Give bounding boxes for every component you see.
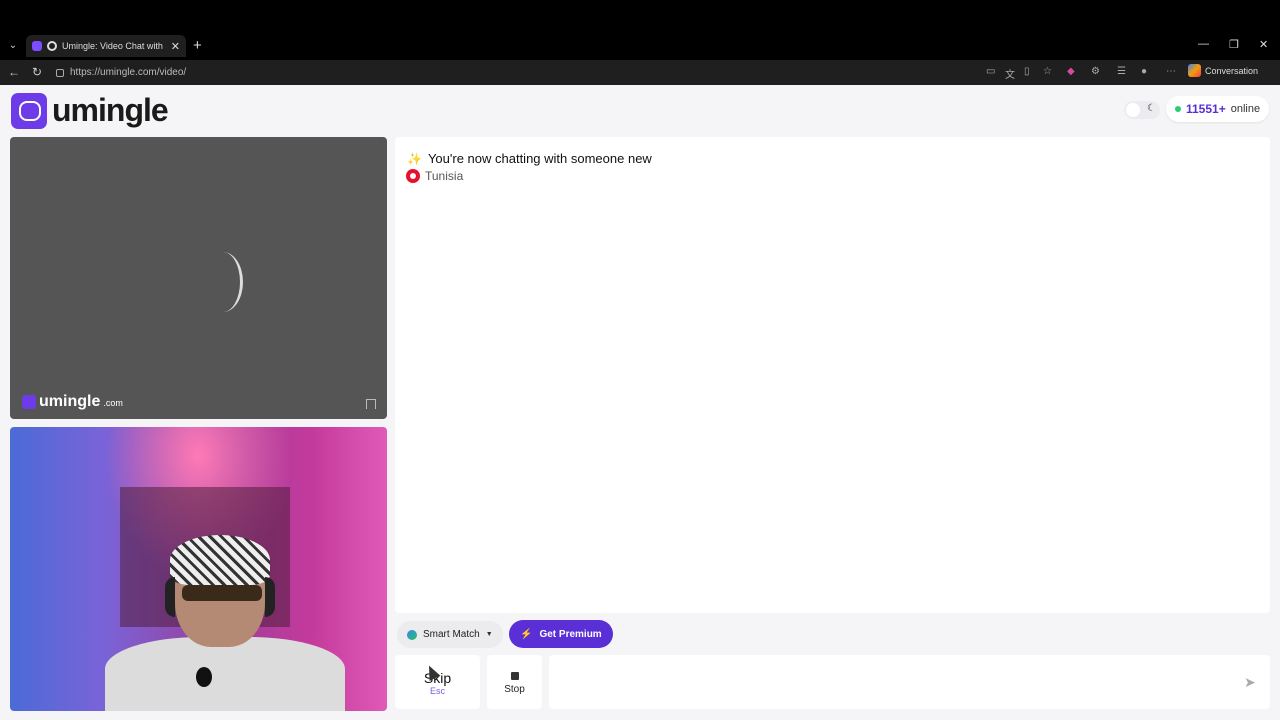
stop-label: Stop: [504, 684, 525, 695]
favorites-icon[interactable]: ☰: [1117, 66, 1126, 77]
logo-chat-icon: [11, 92, 47, 129]
get-premium-button[interactable]: ⚡ Get Premium: [509, 620, 613, 648]
watermark-suffix: .com: [103, 398, 123, 408]
skip-shortcut: Esc: [429, 686, 445, 696]
back-icon[interactable]: ←: [8, 65, 20, 79]
online-counter: 11551+ online: [1166, 96, 1270, 122]
chat-status-text: You're now chatting with someone new: [427, 151, 652, 166]
person-shirt: [105, 637, 345, 711]
person-glasses: [182, 585, 262, 601]
premium-label: Get Premium: [539, 628, 602, 640]
extensions-icon[interactable]: ⚙: [1091, 66, 1100, 77]
bolt-icon: ⚡: [520, 628, 533, 640]
loading-spinner-icon: [203, 252, 243, 312]
theme-toggle[interactable]: ☾: [1124, 101, 1160, 119]
copilot-icon: [1188, 64, 1201, 77]
site-favicon-icon: [32, 41, 42, 51]
globe-icon: [407, 629, 417, 640]
stop-icon: [510, 672, 519, 680]
send-icon[interactable]: ➤: [1244, 674, 1256, 691]
restore-icon[interactable]: ❐: [1229, 38, 1239, 51]
minimize-icon[interactable]: —: [1198, 38, 1209, 50]
person-mic: [196, 667, 212, 687]
online-status-dot: [1175, 106, 1181, 112]
watermark-brand: umingle: [39, 393, 101, 410]
theme-knob: [1126, 103, 1140, 117]
partner-country: Tunisia: [406, 169, 463, 183]
tunisia-flag-icon: [406, 169, 420, 183]
copilot-label: Conversation: [1205, 65, 1259, 76]
skip-button[interactable]: Skip Esc: [395, 655, 480, 709]
url-text: https://umingle.com/video/: [70, 67, 187, 78]
more-menu-icon[interactable]: ⋯: [1166, 66, 1176, 77]
video-watermark: umingle .com: [22, 393, 123, 411]
online-count: 11551+: [1186, 102, 1226, 116]
stop-button[interactable]: Stop: [487, 655, 542, 709]
tab-title: Umingle: Video Chat with Stra: [62, 41, 166, 51]
smart-match-dropdown[interactable]: Smart Match ▼: [397, 621, 503, 648]
address-bar: ← ↻ https://umingle.com/video/ ▭ 文 ▯ ☆ ◆…: [0, 60, 1280, 85]
profile-avatar-icon[interactable]: ●: [1141, 66, 1147, 77]
sparkle-icon: ✨: [407, 151, 422, 166]
site-logo[interactable]: umingle: [11, 92, 169, 129]
tab-list-icon[interactable]: ⌄: [5, 38, 21, 54]
local-video: [10, 427, 387, 711]
partner-country-name: Tunisia: [425, 169, 464, 183]
favorite-star-icon[interactable]: ☆: [1043, 66, 1052, 77]
chat-system-message: ✨ You're now chatting with someone new: [407, 151, 652, 166]
browser-tab[interactable]: Umingle: Video Chat with Stra ✕: [26, 35, 186, 57]
close-tab-icon[interactable]: ✕: [171, 40, 180, 53]
page: umingle ☾ 11551+ online umingle .com ✨ Y…: [0, 85, 1280, 720]
remote-video: umingle .com: [10, 137, 387, 419]
chat-panel: ✨ You're now chatting with someone new T…: [395, 137, 1270, 613]
chat-message-input[interactable]: [549, 655, 1270, 709]
logo-text: umingle: [52, 92, 169, 128]
watermark-logo-icon: [22, 395, 36, 409]
smart-match-label: Smart Match: [423, 629, 480, 640]
caret-down-icon: ▼: [485, 631, 493, 638]
close-window-icon[interactable]: ✕: [1259, 38, 1268, 51]
recording-icon: [47, 41, 57, 51]
reload-icon[interactable]: ↻: [32, 65, 42, 79]
copilot-button[interactable]: Conversation: [1188, 64, 1258, 77]
translate-icon[interactable]: 文: [1005, 66, 1015, 81]
site-info-icon[interactable]: [56, 68, 64, 77]
moon-icon: ☾: [1147, 103, 1156, 114]
extension-shield-icon[interactable]: ◆: [1067, 66, 1075, 77]
online-label: online: [1230, 103, 1261, 115]
reader-icon[interactable]: ▯: [1024, 66, 1030, 77]
browser-titlebar: ⌄ Umingle: Video Chat with Stra ✕ + — ❐ …: [0, 0, 1280, 60]
camera-icon[interactable]: ▭: [986, 66, 995, 77]
new-tab-icon[interactable]: +: [193, 37, 202, 54]
report-flag-icon[interactable]: [366, 399, 376, 409]
